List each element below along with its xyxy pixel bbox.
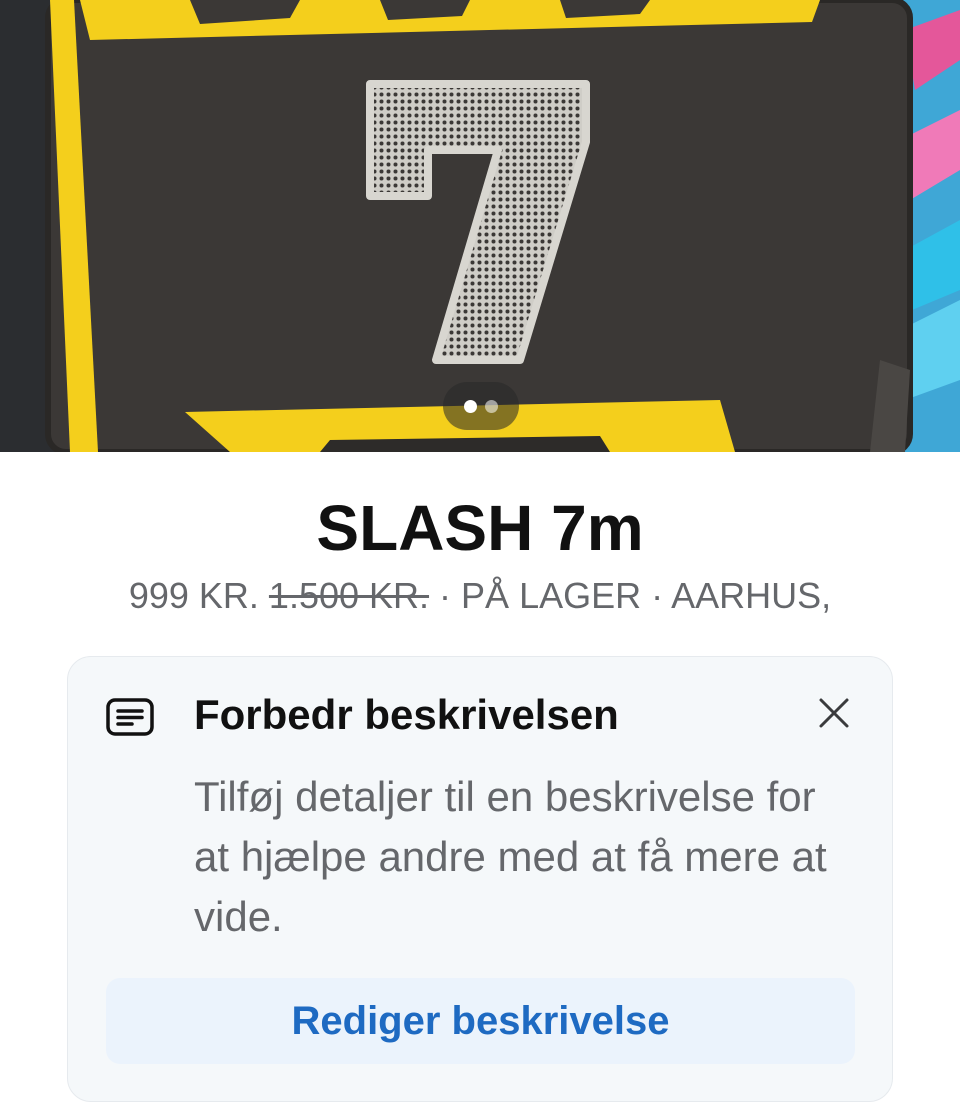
page-dot-active[interactable]: [464, 399, 477, 413]
listing-old-price: 1.500 KR.: [268, 575, 430, 616]
text-description-icon: [106, 697, 156, 737]
listing-meta: 999 KR. 1.500 KR. · PÅ LAGER · AARHUS,: [0, 574, 960, 618]
listing-price: 999 KR.: [128, 575, 259, 616]
card-body-text: Tilføj detaljer til en beskrivelse for a…: [194, 773, 827, 940]
page-dot[interactable]: [485, 399, 498, 413]
listing-stock-location: · PÅ LAGER · AARHUS,: [439, 575, 832, 616]
close-icon: [819, 698, 849, 728]
improve-description-card: Forbedr beskrivelsen Tilføj detaljer til…: [67, 656, 893, 1102]
photo-page-indicator[interactable]: [443, 382, 519, 430]
edit-description-button[interactable]: Rediger beskrivelse: [106, 978, 855, 1064]
card-title: Forbedr beskrivelsen: [194, 691, 619, 738]
product-photo[interactable]: [0, 0, 960, 452]
marketplace-listing-screen: SLASH 7m 999 KR. 1.500 KR. · PÅ LAGER · …: [0, 0, 960, 1103]
listing-title: SLASH 7m: [316, 492, 644, 564]
close-button[interactable]: [814, 693, 854, 733]
